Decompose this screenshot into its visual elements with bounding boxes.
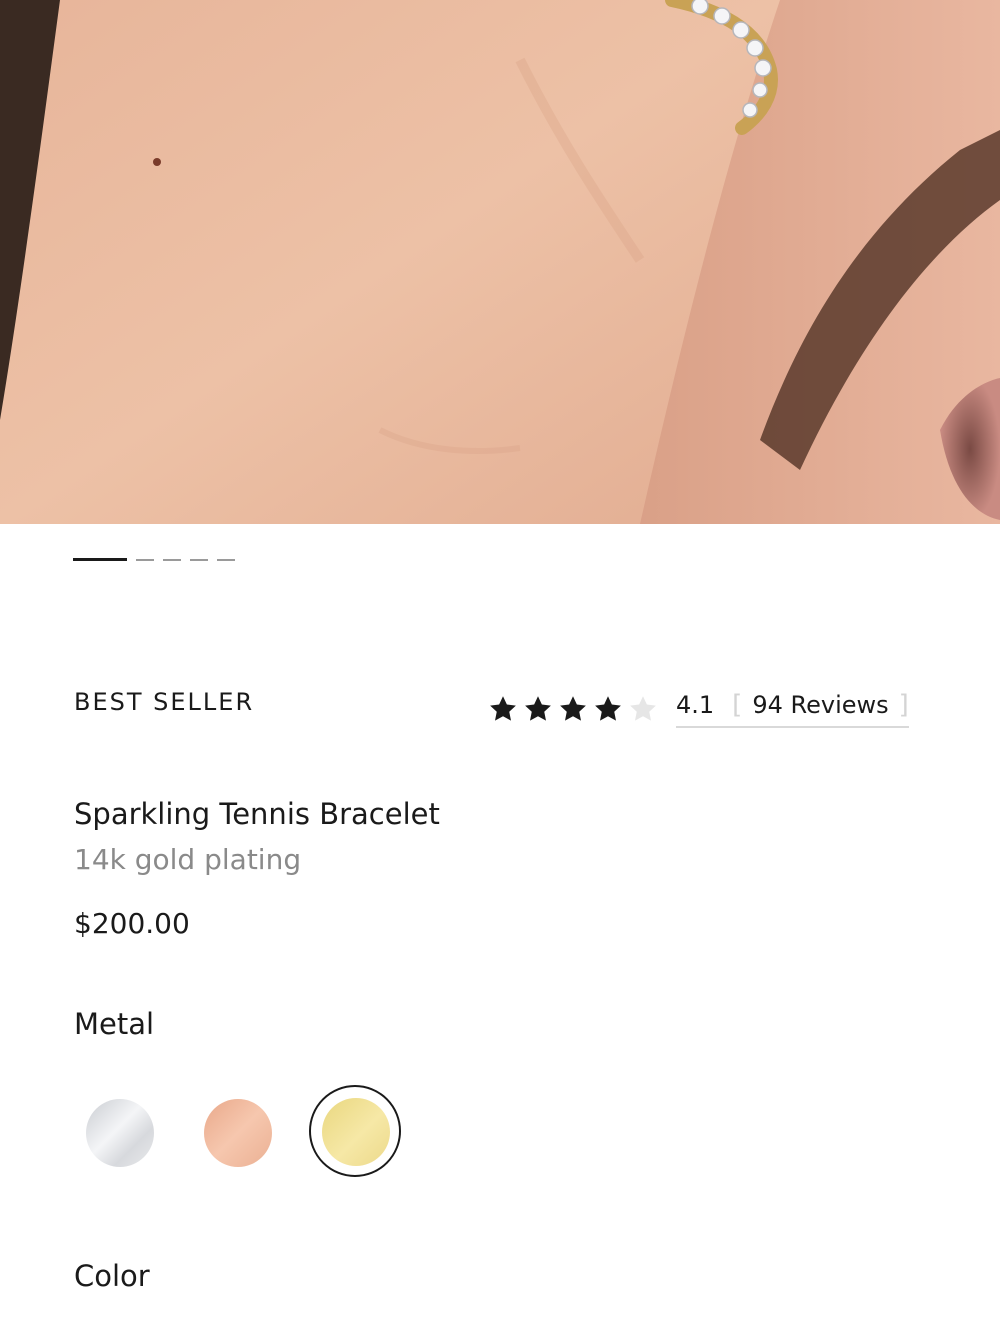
- metal-swatch-rose-gold[interactable]: [204, 1099, 272, 1167]
- review-count: 94 Reviews: [752, 691, 889, 719]
- star-icon: [593, 694, 623, 724]
- carousel-dot[interactable]: [163, 558, 181, 561]
- star-icon: [523, 694, 553, 724]
- bracket-close: ]: [898, 690, 909, 720]
- carousel-dot[interactable]: [190, 558, 208, 561]
- product-photo: [0, 0, 1000, 524]
- color-label: Color: [74, 1259, 150, 1293]
- carousel-dot-active[interactable]: [73, 558, 127, 561]
- product-price: $200.00: [74, 907, 190, 940]
- product-image[interactable]: [0, 0, 1000, 524]
- metal-swatch-silver[interactable]: [86, 1099, 154, 1167]
- best-seller-badge: BEST SELLER: [74, 688, 255, 716]
- star-icon: [558, 694, 588, 724]
- carousel-dot[interactable]: [217, 558, 235, 561]
- product-page: BEST SELLER 4.1 [ 94 Reviews ] Sparkling…: [0, 0, 1000, 1333]
- product-title: Sparkling Tennis Bracelet: [74, 797, 440, 831]
- rating-stars: [488, 694, 663, 724]
- reviews-link[interactable]: 4.1 [ 94 Reviews ]: [676, 690, 909, 728]
- metal-swatch-gold[interactable]: [322, 1098, 390, 1166]
- product-subtitle: 14k gold plating: [74, 843, 302, 876]
- metal-label: Metal: [74, 1007, 155, 1041]
- star-icon: [488, 694, 518, 724]
- product-rating: 4.1 [ 94 Reviews ]: [488, 690, 909, 728]
- bracket-open: [: [732, 690, 743, 720]
- carousel-dot[interactable]: [136, 558, 154, 561]
- image-carousel-indicator: [73, 558, 235, 561]
- rating-value: 4.1: [676, 691, 715, 719]
- star-outline-icon: [628, 694, 658, 724]
